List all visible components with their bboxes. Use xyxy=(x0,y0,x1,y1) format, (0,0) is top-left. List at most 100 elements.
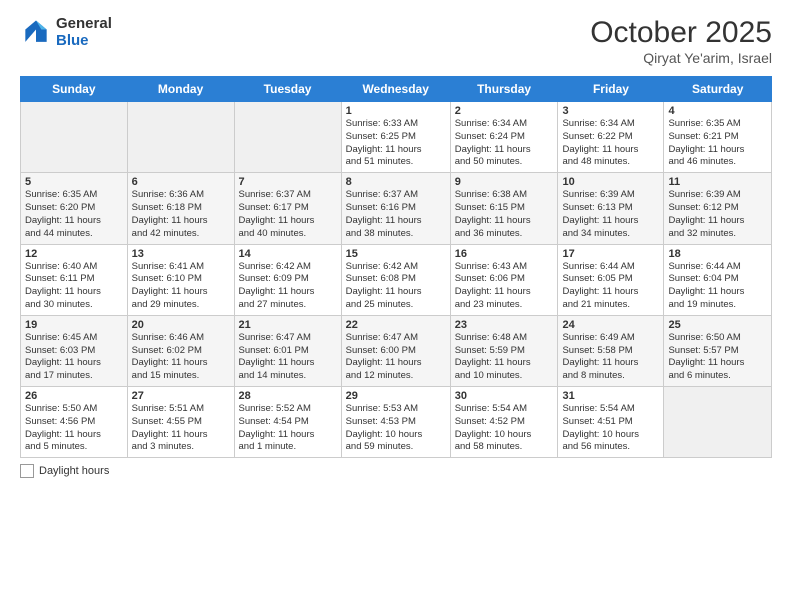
day-info: Sunrise: 6:42 AM Sunset: 6:09 PM Dayligh… xyxy=(239,261,337,312)
day-number: 22 xyxy=(346,319,446,331)
day-info: Sunrise: 6:45 AM Sunset: 6:03 PM Dayligh… xyxy=(25,332,123,383)
day-info: Sunrise: 6:38 AM Sunset: 6:15 PM Dayligh… xyxy=(455,189,554,240)
calendar-cell: 3Sunrise: 6:34 AM Sunset: 6:22 PM Daylig… xyxy=(558,102,664,173)
weekday-header-saturday: Saturday xyxy=(664,77,772,102)
day-number: 16 xyxy=(455,248,554,260)
calendar-cell: 1Sunrise: 6:33 AM Sunset: 6:25 PM Daylig… xyxy=(341,102,450,173)
day-number: 29 xyxy=(346,390,446,402)
day-info: Sunrise: 6:41 AM Sunset: 6:10 PM Dayligh… xyxy=(132,261,230,312)
calendar-cell: 8Sunrise: 6:37 AM Sunset: 6:16 PM Daylig… xyxy=(341,173,450,244)
day-info: Sunrise: 6:48 AM Sunset: 5:59 PM Dayligh… xyxy=(455,332,554,383)
calendar-cell xyxy=(21,102,128,173)
calendar-cell xyxy=(664,387,772,458)
calendar-cell: 12Sunrise: 6:40 AM Sunset: 6:11 PM Dayli… xyxy=(21,244,128,315)
calendar-cell: 21Sunrise: 6:47 AM Sunset: 6:01 PM Dayli… xyxy=(234,315,341,386)
day-number: 2 xyxy=(455,105,554,117)
weekday-header-tuesday: Tuesday xyxy=(234,77,341,102)
location: Qiryat Ye'arim, Israel xyxy=(590,50,772,66)
weekday-header-friday: Friday xyxy=(558,77,664,102)
day-number: 24 xyxy=(562,319,659,331)
calendar-cell: 2Sunrise: 6:34 AM Sunset: 6:24 PM Daylig… xyxy=(450,102,558,173)
day-number: 26 xyxy=(25,390,123,402)
weekday-header-monday: Monday xyxy=(127,77,234,102)
calendar-cell: 30Sunrise: 5:54 AM Sunset: 4:52 PM Dayli… xyxy=(450,387,558,458)
day-number: 19 xyxy=(25,319,123,331)
day-info: Sunrise: 6:43 AM Sunset: 6:06 PM Dayligh… xyxy=(455,261,554,312)
day-info: Sunrise: 6:35 AM Sunset: 6:20 PM Dayligh… xyxy=(25,189,123,240)
calendar-cell: 11Sunrise: 6:39 AM Sunset: 6:12 PM Dayli… xyxy=(664,173,772,244)
calendar-cell: 14Sunrise: 6:42 AM Sunset: 6:09 PM Dayli… xyxy=(234,244,341,315)
calendar-cell: 23Sunrise: 6:48 AM Sunset: 5:59 PM Dayli… xyxy=(450,315,558,386)
week-row-3: 19Sunrise: 6:45 AM Sunset: 6:03 PM Dayli… xyxy=(21,315,772,386)
day-info: Sunrise: 5:50 AM Sunset: 4:56 PM Dayligh… xyxy=(25,403,123,454)
logo-text: General Blue xyxy=(56,16,112,49)
day-number: 23 xyxy=(455,319,554,331)
title-block: October 2025 Qiryat Ye'arim, Israel xyxy=(590,16,772,66)
day-number: 17 xyxy=(562,248,659,260)
day-number: 15 xyxy=(346,248,446,260)
day-info: Sunrise: 6:33 AM Sunset: 6:25 PM Dayligh… xyxy=(346,118,446,169)
day-number: 4 xyxy=(668,105,767,117)
day-number: 7 xyxy=(239,176,337,188)
day-number: 30 xyxy=(455,390,554,402)
calendar-cell: 18Sunrise: 6:44 AM Sunset: 6:04 PM Dayli… xyxy=(664,244,772,315)
day-number: 6 xyxy=(132,176,230,188)
day-info: Sunrise: 6:47 AM Sunset: 6:01 PM Dayligh… xyxy=(239,332,337,383)
day-info: Sunrise: 5:54 AM Sunset: 4:52 PM Dayligh… xyxy=(455,403,554,454)
day-number: 8 xyxy=(346,176,446,188)
day-number: 25 xyxy=(668,319,767,331)
week-row-4: 26Sunrise: 5:50 AM Sunset: 4:56 PM Dayli… xyxy=(21,387,772,458)
calendar-cell: 27Sunrise: 5:51 AM Sunset: 4:55 PM Dayli… xyxy=(127,387,234,458)
day-info: Sunrise: 6:47 AM Sunset: 6:00 PM Dayligh… xyxy=(346,332,446,383)
day-number: 31 xyxy=(562,390,659,402)
calendar-cell: 29Sunrise: 5:53 AM Sunset: 4:53 PM Dayli… xyxy=(341,387,450,458)
calendar-cell: 31Sunrise: 5:54 AM Sunset: 4:51 PM Dayli… xyxy=(558,387,664,458)
day-info: Sunrise: 6:39 AM Sunset: 6:13 PM Dayligh… xyxy=(562,189,659,240)
footer-label: Daylight hours xyxy=(39,465,109,477)
calendar-cell: 17Sunrise: 6:44 AM Sunset: 6:05 PM Dayli… xyxy=(558,244,664,315)
day-info: Sunrise: 5:51 AM Sunset: 4:55 PM Dayligh… xyxy=(132,403,230,454)
day-info: Sunrise: 6:36 AM Sunset: 6:18 PM Dayligh… xyxy=(132,189,230,240)
calendar-cell: 20Sunrise: 6:46 AM Sunset: 6:02 PM Dayli… xyxy=(127,315,234,386)
day-number: 13 xyxy=(132,248,230,260)
day-info: Sunrise: 6:34 AM Sunset: 6:22 PM Dayligh… xyxy=(562,118,659,169)
weekday-header-thursday: Thursday xyxy=(450,77,558,102)
day-number: 28 xyxy=(239,390,337,402)
day-info: Sunrise: 6:35 AM Sunset: 6:21 PM Dayligh… xyxy=(668,118,767,169)
day-info: Sunrise: 6:42 AM Sunset: 6:08 PM Dayligh… xyxy=(346,261,446,312)
calendar-cell: 10Sunrise: 6:39 AM Sunset: 6:13 PM Dayli… xyxy=(558,173,664,244)
day-info: Sunrise: 6:50 AM Sunset: 5:57 PM Dayligh… xyxy=(668,332,767,383)
day-info: Sunrise: 6:37 AM Sunset: 6:16 PM Dayligh… xyxy=(346,189,446,240)
day-info: Sunrise: 6:40 AM Sunset: 6:11 PM Dayligh… xyxy=(25,261,123,312)
day-number: 14 xyxy=(239,248,337,260)
calendar: SundayMondayTuesdayWednesdayThursdayFrid… xyxy=(20,76,772,458)
header: General Blue October 2025 Qiryat Ye'arim… xyxy=(20,16,772,66)
day-number: 11 xyxy=(668,176,767,188)
calendar-cell: 19Sunrise: 6:45 AM Sunset: 6:03 PM Dayli… xyxy=(21,315,128,386)
calendar-cell: 28Sunrise: 5:52 AM Sunset: 4:54 PM Dayli… xyxy=(234,387,341,458)
day-info: Sunrise: 6:39 AM Sunset: 6:12 PM Dayligh… xyxy=(668,189,767,240)
calendar-cell: 25Sunrise: 6:50 AM Sunset: 5:57 PM Dayli… xyxy=(664,315,772,386)
calendar-cell: 5Sunrise: 6:35 AM Sunset: 6:20 PM Daylig… xyxy=(21,173,128,244)
calendar-cell: 6Sunrise: 6:36 AM Sunset: 6:18 PM Daylig… xyxy=(127,173,234,244)
day-number: 3 xyxy=(562,105,659,117)
logo-blue-text: Blue xyxy=(56,33,112,50)
calendar-cell: 24Sunrise: 6:49 AM Sunset: 5:58 PM Dayli… xyxy=(558,315,664,386)
calendar-cell: 16Sunrise: 6:43 AM Sunset: 6:06 PM Dayli… xyxy=(450,244,558,315)
day-number: 5 xyxy=(25,176,123,188)
calendar-cell: 9Sunrise: 6:38 AM Sunset: 6:15 PM Daylig… xyxy=(450,173,558,244)
day-number: 10 xyxy=(562,176,659,188)
day-number: 20 xyxy=(132,319,230,331)
calendar-cell xyxy=(234,102,341,173)
day-info: Sunrise: 5:52 AM Sunset: 4:54 PM Dayligh… xyxy=(239,403,337,454)
day-info: Sunrise: 6:49 AM Sunset: 5:58 PM Dayligh… xyxy=(562,332,659,383)
calendar-cell: 26Sunrise: 5:50 AM Sunset: 4:56 PM Dayli… xyxy=(21,387,128,458)
calendar-cell: 13Sunrise: 6:41 AM Sunset: 6:10 PM Dayli… xyxy=(127,244,234,315)
calendar-cell: 4Sunrise: 6:35 AM Sunset: 6:21 PM Daylig… xyxy=(664,102,772,173)
day-number: 27 xyxy=(132,390,230,402)
daylight-box xyxy=(20,464,34,478)
page: General Blue October 2025 Qiryat Ye'arim… xyxy=(0,0,792,612)
calendar-cell: 22Sunrise: 6:47 AM Sunset: 6:00 PM Dayli… xyxy=(341,315,450,386)
day-number: 1 xyxy=(346,105,446,117)
logo-general-text: General xyxy=(56,16,112,33)
